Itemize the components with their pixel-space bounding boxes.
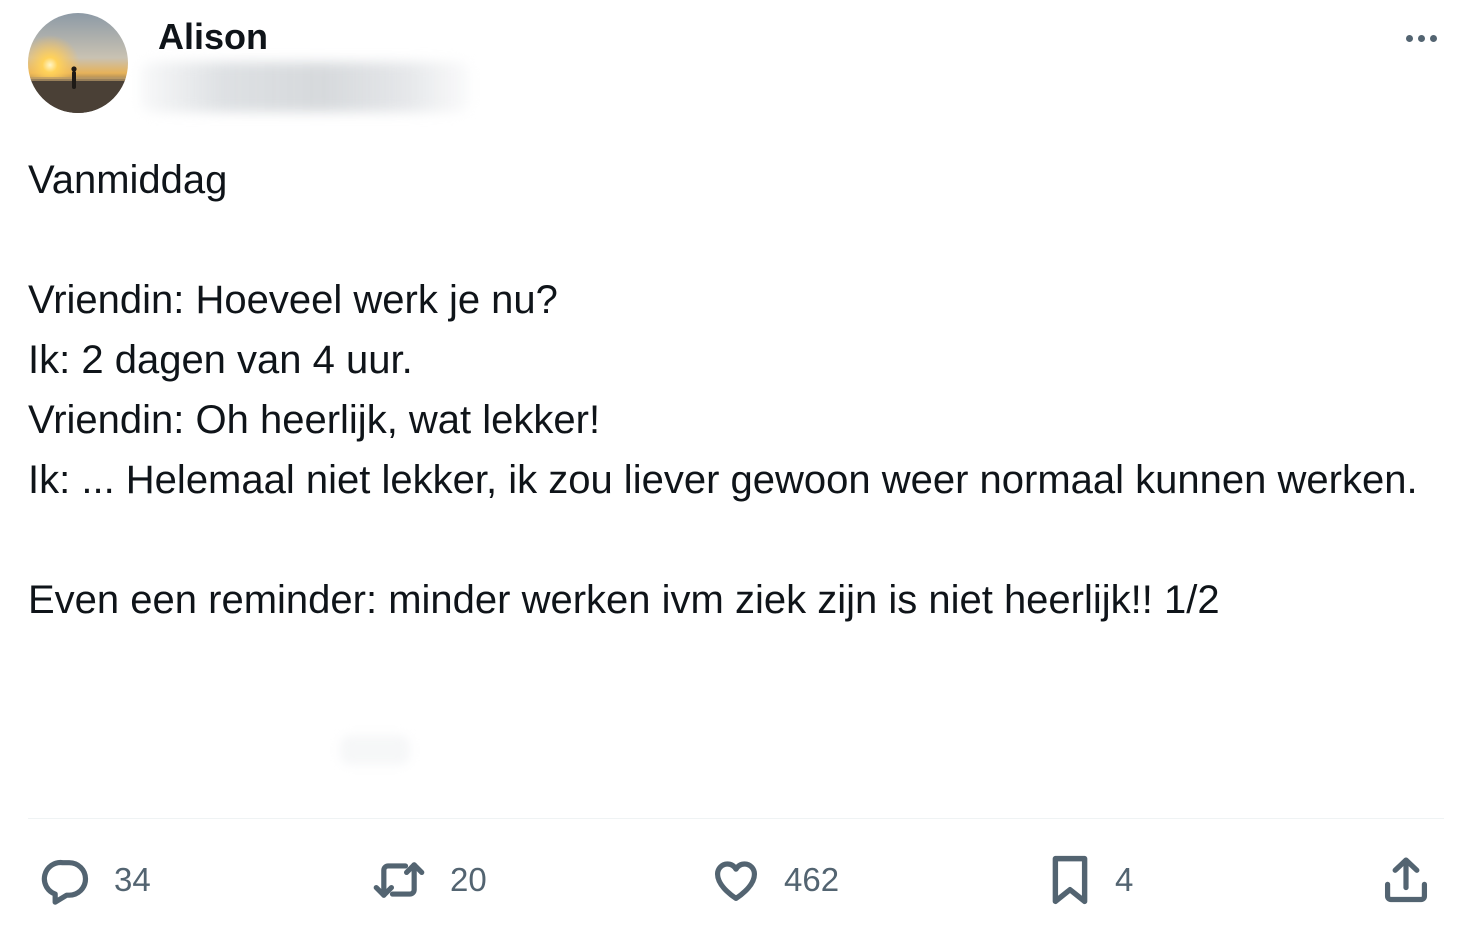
tweet-line: Ik: 2 dagen van 4 uur. [28,338,413,382]
bookmark-count: 4 [1115,861,1134,898]
more-options-button[interactable] [1396,22,1446,54]
tweet-line: Even een reminder: minder werken ivm zie… [28,578,1220,622]
more-dot [1417,34,1425,42]
bookmark-icon [1052,855,1088,905]
tweet-line: Ik: ... Helemaal niet lekker, ik zou lie… [28,458,1418,502]
heart-icon [714,861,758,902]
divider [28,818,1444,819]
faint-artifact [340,735,410,765]
like-count: 462 [784,861,840,898]
tweet-line: Vanmiddag [28,158,228,202]
reply-button[interactable]: 34 [40,850,151,910]
author-display-name[interactable]: Alison [158,14,268,60]
tweet-line: Vriendin: Oh heerlijk, wat lekker! [28,398,601,442]
retweet-count: 20 [450,861,487,898]
more-dot [1429,34,1437,42]
like-button[interactable]: 462 [710,850,839,910]
share-upload-icon [1384,857,1428,903]
bookmark-button[interactable]: 4 [1047,850,1133,910]
tweet-text: Vanmiddag Vriendin: Hoeveel werk je nu? … [28,150,1438,630]
retweet-button[interactable]: 20 [370,850,487,910]
tweet-line: Vriendin: Hoeveel werk je nu? [28,278,558,322]
retweet-icon [373,862,425,898]
sunset-beach-avatar-icon [28,13,128,113]
more-horizontal-icon [1405,34,1413,42]
share-button[interactable] [1380,850,1432,910]
blurred-username [140,62,470,112]
avatar[interactable] [28,13,128,113]
reply-bubble-icon [41,859,89,905]
reply-count: 34 [114,861,151,898]
